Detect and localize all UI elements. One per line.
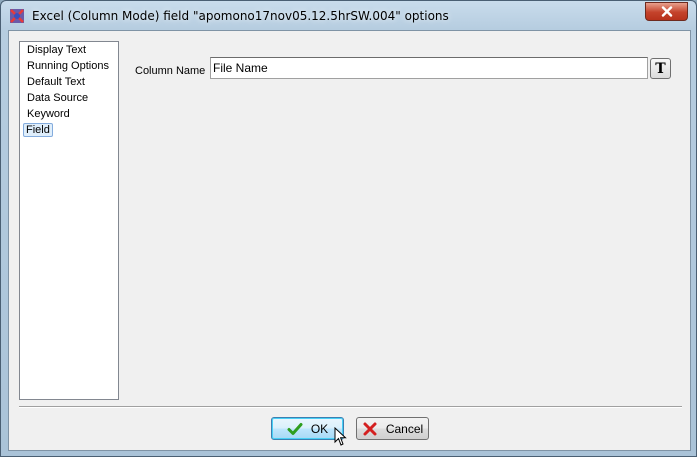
- nav-item-default-text[interactable]: Default Text: [25, 75, 87, 89]
- separator-line: [19, 406, 682, 408]
- nav-item-field[interactable]: Field: [23, 123, 53, 137]
- close-button[interactable]: [645, 2, 688, 21]
- close-icon: [661, 6, 672, 17]
- nav-item-keyword[interactable]: Keyword: [25, 107, 72, 121]
- column-name-input[interactable]: File Name: [210, 57, 648, 79]
- title-bar[interactable]: Excel (Column Mode) field "apomono17nov0…: [1, 1, 696, 31]
- mouse-pointer-icon: [334, 427, 347, 446]
- ok-button-label: OK: [310, 421, 329, 436]
- checkmark-icon: [287, 422, 303, 435]
- options-nav-list[interactable]: Display Text Running Options Default Tex…: [19, 41, 119, 400]
- window-title: Excel (Column Mode) field "apomono17nov0…: [32, 9, 449, 23]
- dialog-window: Excel (Column Mode) field "apomono17nov0…: [0, 0, 697, 457]
- nav-item-display-text[interactable]: Display Text: [25, 43, 88, 57]
- x-icon: [363, 422, 377, 435]
- nav-item-running-options[interactable]: Running Options: [25, 59, 111, 73]
- nav-item-data-source[interactable]: Data Source: [25, 91, 90, 105]
- cancel-button[interactable]: Cancel: [356, 417, 429, 440]
- column-name-label: Column Name: [135, 65, 206, 77]
- cancel-button-label: Cancel: [385, 421, 424, 436]
- text-format-button[interactable]: T: [650, 58, 671, 79]
- app-icon: [10, 9, 24, 23]
- dialog-client-area: Display Text Running Options Default Tex…: [8, 30, 691, 451]
